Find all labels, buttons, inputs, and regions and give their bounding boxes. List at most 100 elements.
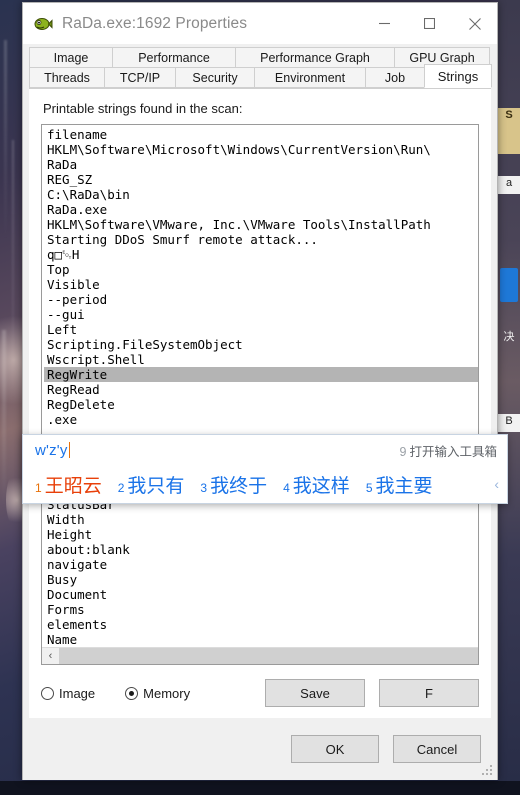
strings-source-options: Image Memory Save F (41, 676, 479, 710)
bg-strip-chip-b: B (498, 414, 520, 432)
strings-list-item[interactable]: RegDelete (44, 397, 478, 412)
strings-list-item[interactable]: RaDa.exe (44, 202, 478, 217)
ime-candidate-index: 4 (283, 480, 290, 495)
ime-toolbox-hint[interactable]: 9 打开输入工具箱 (400, 441, 497, 460)
tab-tcpip[interactable]: TCP/IP (104, 67, 176, 88)
strings-list-item[interactable]: Starting DDoS Smurf remote attack... (44, 232, 478, 247)
page-title: Printable strings found in the scan: (43, 101, 243, 116)
ime-candidate-index: 3 (200, 480, 208, 495)
tab-job[interactable]: Job (365, 67, 425, 88)
strings-list-item[interactable]: navigate (44, 557, 478, 572)
tab-strip: Image Performance Performance Graph GPU … (23, 44, 497, 88)
ime-candidate-text: 我只有 (127, 475, 185, 497)
save-button[interactable]: Save (265, 679, 365, 707)
strings-list-item[interactable]: RegRead (44, 382, 478, 397)
strings-list-item[interactable]: Document (44, 587, 478, 602)
strings-list-item[interactable]: q□␄H (44, 247, 478, 262)
ime-composition-text[interactable]: w'z'y (35, 441, 71, 459)
radio-image[interactable]: Image (41, 686, 95, 701)
radio-memory-indicator[interactable] (125, 686, 139, 700)
strings-list-item[interactable]: Wscript.Shell (44, 352, 478, 367)
ime-toolbox-hint-number: 9 (399, 444, 407, 459)
strings-list-item[interactable]: filename (44, 127, 478, 142)
strings-list-item[interactable]: C:\RaDa\bin (44, 187, 478, 202)
ime-candidate-3[interactable]: 3 我终于 (200, 471, 267, 498)
scroll-left-arrow-icon[interactable]: ‹ (42, 647, 59, 664)
tab-threads[interactable]: Threads (29, 67, 105, 88)
ime-candidate-5[interactable]: 5 我主要 (366, 471, 433, 498)
horizontal-scrollbar[interactable]: ‹ (42, 647, 478, 664)
strings-list[interactable]: filename HKLM\Software\Microsoft\Windows\… (42, 125, 478, 647)
strings-tab-page: Printable strings found in the scan: fil… (29, 88, 491, 718)
radio-memory-label: Memory (143, 685, 191, 701)
ime-candidate-window[interactable]: w'z'y 9 打开输入工具箱 1 王昭云 2 我只有 3 我终于 4 我这样 5 我主要 ‹ (22, 434, 508, 504)
ime-candidate-index: 1 (35, 480, 42, 495)
bg-strip-blue-tile (500, 268, 518, 302)
ime-candidate-1[interactable]: 1 王昭云 (35, 471, 102, 498)
strings-list-item[interactable]: HKLM\Software\VMware, Inc.\VMware Tools\… (44, 217, 478, 232)
strings-list-item-selected[interactable]: RegWrite (44, 367, 478, 382)
scrollbar-track[interactable] (59, 647, 478, 664)
strings-list-item[interactable]: elements (44, 617, 478, 632)
ime-candidate-index: 2 (117, 480, 125, 495)
bg-strip-chip-cn: 决 (503, 331, 515, 343)
ime-composition-row: w'z'y 9 打开输入工具箱 (23, 435, 507, 465)
ime-candidate-text: 我这样 (292, 475, 350, 497)
tab-performance-graph[interactable]: Performance Graph (235, 47, 395, 68)
strings-list-item[interactable]: --period (44, 292, 478, 307)
strings-list-item[interactable]: Visible (44, 277, 478, 292)
ime-toolbox-hint-label: 打开输入工具箱 (409, 444, 497, 459)
strings-list-item[interactable]: Height (44, 527, 478, 542)
bg-strip-chip-a: a (498, 176, 520, 194)
tab-environment[interactable]: Environment (254, 67, 366, 88)
maximize-button[interactable] (407, 3, 452, 44)
ime-candidate-text: 我终于 (210, 475, 268, 497)
strings-list-item[interactable]: Left (44, 322, 478, 337)
background-window-strip[interactable]: S a 决 B (498, 0, 520, 795)
tab-row-1: Image Performance Performance Graph GPU … (29, 47, 491, 68)
strings-list-item[interactable]: Forms (44, 602, 478, 617)
ime-candidate-index: 5 (365, 480, 373, 495)
radio-memory[interactable]: Memory (125, 686, 190, 701)
radio-image-indicator[interactable] (41, 686, 54, 700)
strings-list-item[interactable]: Top (44, 262, 478, 277)
ime-candidate-list[interactable]: 1 王昭云 2 我只有 3 我终于 4 我这样 5 我主要 ‹ (23, 465, 507, 503)
ime-candidate-4[interactable]: 4 我这样 (283, 471, 350, 498)
strings-listbox[interactable]: filename HKLM\Software\Microsoft\Windows\… (41, 124, 479, 665)
strings-list-item[interactable]: RaDa (44, 157, 478, 172)
title-bar[interactable]: RaDa.exe:1692 Properties (23, 3, 497, 44)
tab-image[interactable]: Image (29, 47, 113, 68)
window-title: RaDa.exe:1692 Properties (62, 14, 248, 32)
process-explorer-fish-icon (33, 14, 53, 34)
tab-performance[interactable]: Performance (112, 47, 236, 68)
ime-prev-page-arrow-icon[interactable]: ‹ (494, 476, 499, 492)
find-button[interactable]: F (379, 679, 479, 707)
ime-candidate-2[interactable]: 2 我只有 (118, 471, 185, 498)
bg-strip-chip-s: S (498, 108, 520, 154)
minimize-button[interactable] (362, 3, 407, 44)
strings-list-item[interactable]: Width (44, 512, 478, 527)
ime-text-caret (68, 441, 71, 458)
resize-grip-icon[interactable] (482, 765, 494, 777)
tab-strings[interactable]: Strings (424, 64, 492, 88)
strings-list-item[interactable]: Name (44, 632, 478, 647)
ime-composition-value: w'z'y (35, 441, 68, 459)
close-button[interactable] (452, 3, 497, 44)
strings-list-item[interactable]: --gui (44, 307, 478, 322)
wallpaper-streak (4, 40, 7, 240)
strings-list-item[interactable]: Busy (44, 572, 478, 587)
ime-candidate-text: 我主要 (375, 475, 433, 497)
radio-image-label: Image (59, 685, 96, 701)
strings-list-item[interactable]: .exe (44, 412, 478, 427)
tab-security[interactable]: Security (175, 67, 255, 88)
strings-list-item[interactable]: Scripting.FileSystemObject (44, 337, 478, 352)
strings-list-item[interactable]: about:blank (44, 542, 478, 557)
window-caption-buttons (362, 3, 497, 44)
dialog-footer: OK Cancel (23, 718, 497, 780)
ok-button[interactable]: OK (291, 735, 379, 763)
strings-list-item[interactable]: HKLM\Software\Microsoft\Windows\CurrentV… (44, 142, 478, 157)
desktop-taskbar[interactable] (0, 781, 520, 795)
properties-window: RaDa.exe:1692 Properties Image Performan… (22, 2, 498, 780)
strings-list-item[interactable]: REG_SZ (44, 172, 478, 187)
cancel-button[interactable]: Cancel (393, 735, 481, 763)
